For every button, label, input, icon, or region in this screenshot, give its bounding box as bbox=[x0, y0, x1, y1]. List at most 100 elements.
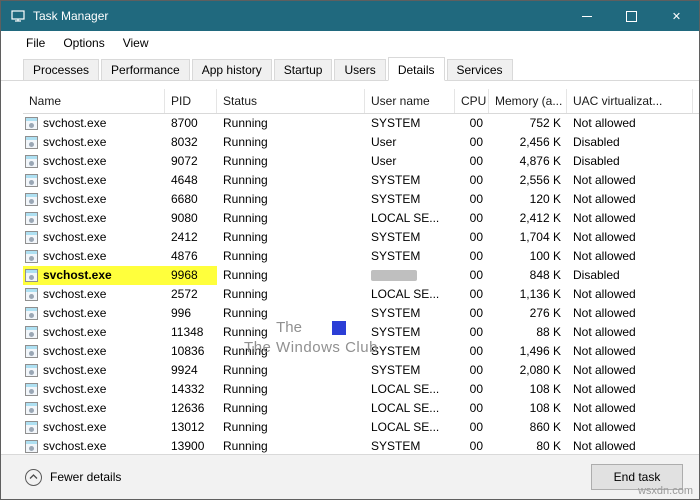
fewer-details-toggle[interactable]: Fewer details bbox=[25, 468, 121, 486]
column-header-2[interactable]: Status bbox=[217, 89, 365, 113]
cell-status[interactable]: Running bbox=[217, 304, 365, 323]
cell-cpu[interactable]: 00 bbox=[455, 247, 489, 266]
table-row[interactable]: svchost.exe 8032 Running User 00 2,456 K Disab… bbox=[23, 133, 699, 152]
cell-username[interactable]: LOCAL SE... bbox=[365, 285, 455, 304]
table-row[interactable]: svchost.exe 2412 Running SYSTEM 00 1,704 K Not… bbox=[23, 228, 699, 247]
column-header-0[interactable]: Name bbox=[23, 89, 165, 113]
cell-uac[interactable]: Not allowed bbox=[567, 285, 693, 304]
cell-memory[interactable]: 2,080 K bbox=[489, 361, 567, 380]
cell-memory[interactable]: 108 K bbox=[489, 380, 567, 399]
cell-name[interactable]: svchost.exe bbox=[23, 190, 165, 209]
cell-status[interactable]: Running bbox=[217, 247, 365, 266]
cell-memory[interactable]: 108 K bbox=[489, 399, 567, 418]
table-row[interactable]: svchost.exe 8700 Running SYSTEM 00 752 K Not a… bbox=[23, 114, 699, 133]
cell-name[interactable]: svchost.exe bbox=[23, 418, 165, 437]
table-row[interactable]: svchost.exe 4648 Running SYSTEM 00 2,556 K Not… bbox=[23, 171, 699, 190]
cell-uac[interactable]: Not allowed bbox=[567, 399, 693, 418]
menu-view[interactable]: View bbox=[114, 36, 158, 50]
cell-pid[interactable]: 2572 bbox=[165, 285, 217, 304]
column-header-4[interactable]: CPU bbox=[455, 89, 489, 113]
cell-pid[interactable]: 4648 bbox=[165, 171, 217, 190]
cell-username[interactable]: SYSTEM bbox=[365, 323, 455, 342]
cell-cpu[interactable]: 00 bbox=[455, 152, 489, 171]
cell-status[interactable]: Running bbox=[217, 171, 365, 190]
cell-name[interactable]: svchost.exe bbox=[23, 152, 165, 171]
cell-cpu[interactable]: 00 bbox=[455, 380, 489, 399]
cell-status[interactable]: Running bbox=[217, 228, 365, 247]
cell-name[interactable]: svchost.exe bbox=[23, 361, 165, 380]
title-bar[interactable]: Task Manager ✕ bbox=[1, 1, 699, 31]
table-row[interactable]: svchost.exe 11348 Running SYSTEM 00 88 K Not a… bbox=[23, 323, 699, 342]
cell-name[interactable]: svchost.exe bbox=[23, 209, 165, 228]
cell-pid[interactable]: 14332 bbox=[165, 380, 217, 399]
tab-details[interactable]: Details bbox=[387, 57, 445, 81]
cell-memory[interactable]: 2,412 K bbox=[489, 209, 567, 228]
cell-name[interactable]: svchost.exe bbox=[23, 285, 165, 304]
cell-username[interactable]: SYSTEM bbox=[365, 361, 455, 380]
column-header-3[interactable]: User name bbox=[365, 89, 455, 113]
cell-status[interactable]: Running bbox=[217, 266, 365, 285]
cell-pid[interactable]: 2412 bbox=[165, 228, 217, 247]
cell-memory[interactable]: 100 K bbox=[489, 247, 567, 266]
cell-pid[interactable]: 11348 bbox=[165, 323, 217, 342]
cell-username[interactable]: SYSTEM bbox=[365, 114, 455, 133]
cell-memory[interactable]: 752 K bbox=[489, 114, 567, 133]
cell-uac[interactable]: Not allowed bbox=[567, 323, 693, 342]
cell-pid[interactable]: 13012 bbox=[165, 418, 217, 437]
tab-users[interactable]: Users bbox=[334, 59, 386, 81]
cell-username[interactable]: SYSTEM bbox=[365, 304, 455, 323]
tab-startup[interactable]: Startup bbox=[273, 59, 333, 81]
cell-uac[interactable]: Not allowed bbox=[567, 190, 693, 209]
cell-status[interactable]: Running bbox=[217, 114, 365, 133]
cell-pid[interactable]: 8700 bbox=[165, 114, 217, 133]
cell-uac[interactable]: Disabled bbox=[567, 266, 693, 285]
cell-uac[interactable]: Not allowed bbox=[567, 114, 693, 133]
column-header-6[interactable]: UAC virtualizat... bbox=[567, 89, 693, 113]
cell-cpu[interactable]: 00 bbox=[455, 361, 489, 380]
cell-pid[interactable]: 6680 bbox=[165, 190, 217, 209]
cell-cpu[interactable]: 00 bbox=[455, 228, 489, 247]
cell-username[interactable]: SYSTEM bbox=[365, 228, 455, 247]
cell-username[interactable]: LOCAL SE... bbox=[365, 399, 455, 418]
cell-uac[interactable]: Not allowed bbox=[567, 228, 693, 247]
cell-cpu[interactable]: 00 bbox=[455, 304, 489, 323]
close-button[interactable]: ✕ bbox=[654, 1, 699, 31]
cell-uac[interactable]: Disabled bbox=[567, 152, 693, 171]
cell-memory[interactable]: 848 K bbox=[489, 266, 567, 285]
cell-memory[interactable]: 4,876 K bbox=[489, 152, 567, 171]
tab-performance[interactable]: Performance bbox=[101, 59, 190, 81]
menu-options[interactable]: Options bbox=[54, 36, 113, 50]
maximize-button[interactable] bbox=[609, 1, 654, 31]
cell-uac[interactable]: Not allowed bbox=[567, 247, 693, 266]
cell-memory[interactable]: 1,496 K bbox=[489, 342, 567, 361]
cell-pid[interactable]: 10836 bbox=[165, 342, 217, 361]
cell-uac[interactable]: Not allowed bbox=[567, 171, 693, 190]
cell-uac[interactable]: Disabled bbox=[567, 133, 693, 152]
table-row[interactable]: svchost.exe 996 Running SYSTEM 00 276 K Not al… bbox=[23, 304, 699, 323]
cell-cpu[interactable]: 00 bbox=[455, 399, 489, 418]
cell-name[interactable]: svchost.exe bbox=[23, 114, 165, 133]
cell-status[interactable]: Running bbox=[217, 399, 365, 418]
cell-name[interactable]: svchost.exe bbox=[23, 266, 165, 285]
cell-memory[interactable]: 276 K bbox=[489, 304, 567, 323]
cell-status[interactable]: Running bbox=[217, 209, 365, 228]
cell-status[interactable]: Running bbox=[217, 361, 365, 380]
cell-memory[interactable]: 860 K bbox=[489, 418, 567, 437]
cell-status[interactable]: Running bbox=[217, 152, 365, 171]
column-header-5[interactable]: Memory (a... bbox=[489, 89, 567, 113]
cell-username[interactable] bbox=[365, 266, 455, 285]
table-row[interactable]: svchost.exe 12636 Running LOCAL SE... 00 108 … bbox=[23, 399, 699, 418]
cell-pid[interactable]: 4876 bbox=[165, 247, 217, 266]
cell-memory[interactable]: 120 K bbox=[489, 190, 567, 209]
cell-status[interactable]: Running bbox=[217, 418, 365, 437]
cell-uac[interactable]: Not allowed bbox=[567, 304, 693, 323]
table-row[interactable]: svchost.exe 13012 Running LOCAL SE... 00 860 … bbox=[23, 418, 699, 437]
cell-uac[interactable]: Not allowed bbox=[567, 342, 693, 361]
cell-username[interactable]: SYSTEM bbox=[365, 171, 455, 190]
cell-name[interactable]: svchost.exe bbox=[23, 342, 165, 361]
tab-app-history[interactable]: App history bbox=[191, 59, 272, 81]
cell-username[interactable]: SYSTEM bbox=[365, 342, 455, 361]
cell-uac[interactable]: Not allowed bbox=[567, 209, 693, 228]
cell-pid[interactable]: 8032 bbox=[165, 133, 217, 152]
cell-pid[interactable]: 12636 bbox=[165, 399, 217, 418]
